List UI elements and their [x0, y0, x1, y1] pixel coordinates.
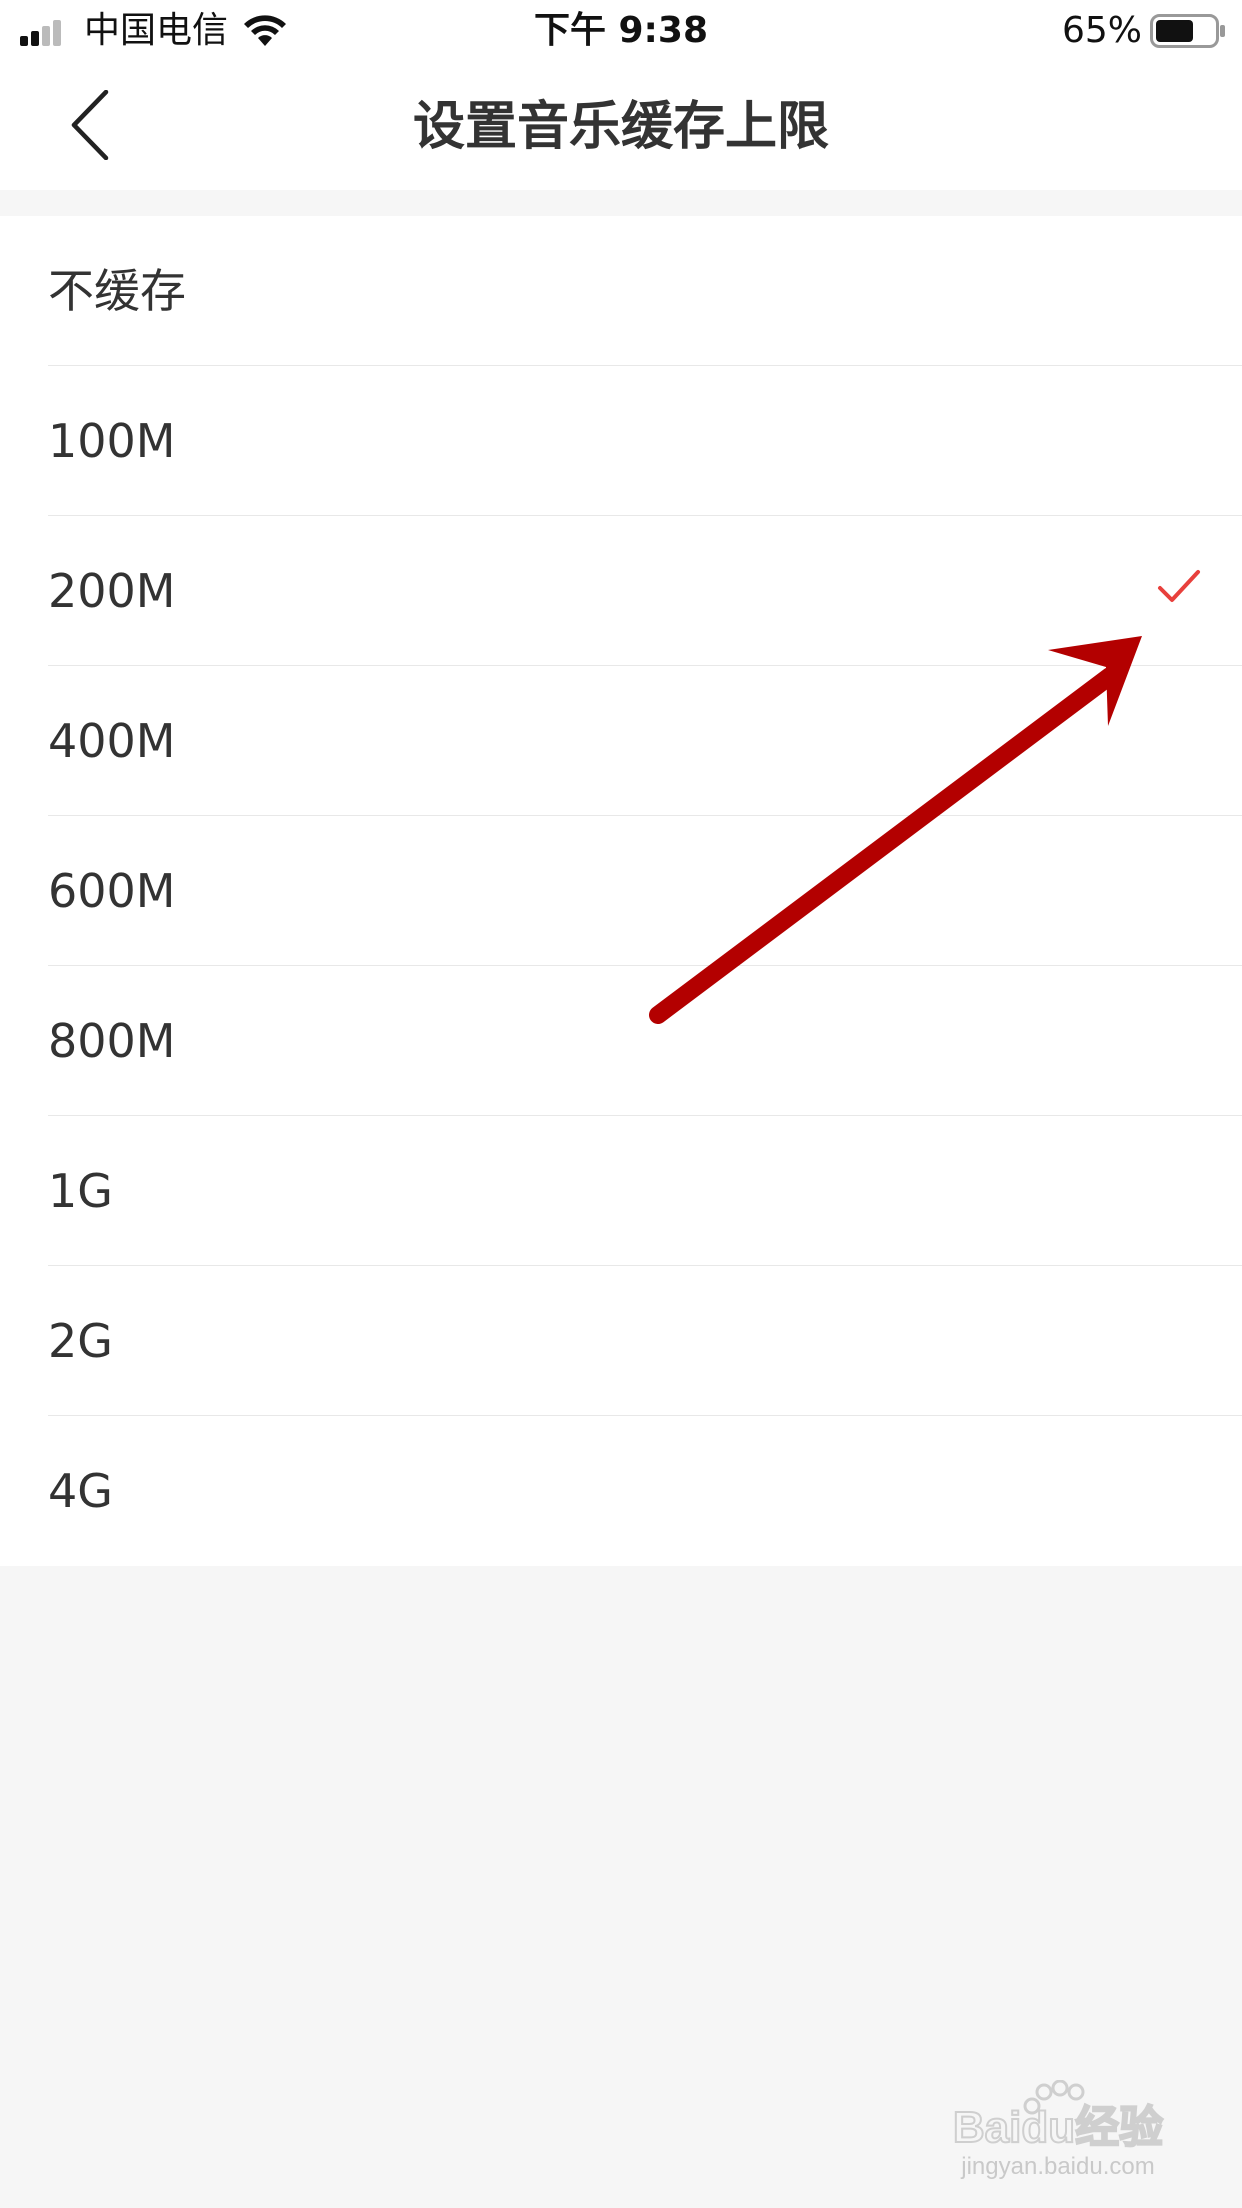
cache-option-item[interactable]: 4G [48, 1416, 1242, 1566]
navigation-bar: 设置音乐缓存上限 [0, 62, 1242, 190]
cache-option-label: 400M [48, 714, 176, 768]
battery-percentage: 65% [1061, 10, 1142, 51]
cache-option-item[interactable]: 400M [48, 666, 1242, 816]
cache-option-label: 600M [48, 864, 176, 918]
watermark-url: jingyan.baidu.com [961, 2153, 1155, 2180]
status-bar: 中国电信 下午 9:38 65% [0, 0, 1242, 62]
cache-option-label: 200M [48, 564, 176, 618]
battery-icon [1150, 14, 1225, 48]
checkmark-icon [1158, 570, 1200, 602]
clock: 下午 9:38 [533, 10, 709, 51]
cache-option-item[interactable]: 600M [48, 816, 1242, 966]
cache-option-item[interactable]: 100M [48, 366, 1242, 516]
cache-option-item[interactable]: 1G [48, 1116, 1242, 1266]
cache-option-item[interactable]: 2G [48, 1266, 1242, 1416]
cache-option-item[interactable]: 不缓存 [48, 216, 1242, 366]
cache-option-label: 不缓存 [48, 264, 186, 318]
cache-option-label: 1G [48, 1164, 113, 1218]
cache-option-item[interactable]: 200M [48, 516, 1242, 666]
baidu-jingyan-logo: Baidu经验 [952, 2080, 1164, 2152]
svg-text:Baidu经验: Baidu经验 [953, 2103, 1163, 2152]
page-title: 设置音乐缓存上限 [412, 97, 829, 157]
cache-option-label: 2G [48, 1314, 113, 1368]
cache-option-item[interactable]: 800M [48, 966, 1242, 1116]
cache-limit-options-list: 不缓存 100M 200M 400M 600M 800M 1G 2G 4G [0, 216, 1242, 1566]
cache-option-label: 800M [48, 1014, 176, 1068]
cache-option-label: 4G [48, 1464, 113, 1518]
cache-option-label: 100M [48, 414, 176, 468]
baidu-jingyan-watermark: Baidu经验 jingyan.baidu.com [938, 2080, 1178, 2190]
